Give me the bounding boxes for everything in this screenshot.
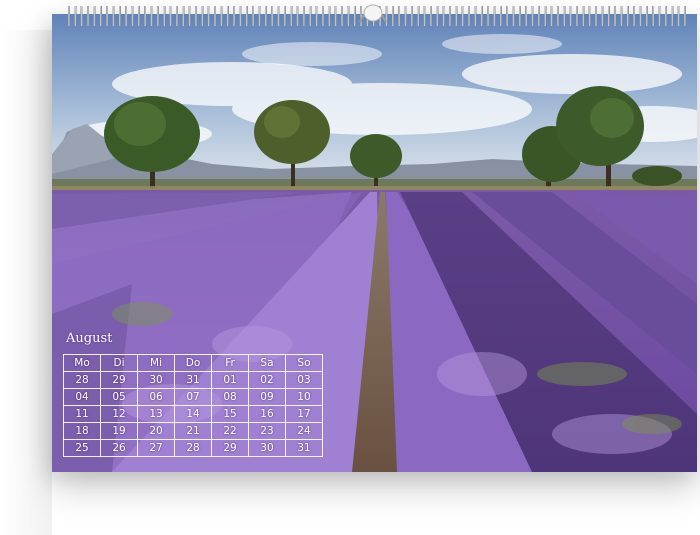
day-cell: 04 xyxy=(62,388,102,406)
day-cell: 18 xyxy=(62,422,102,440)
day-cell: 07 xyxy=(173,388,213,406)
day-cell: 12 xyxy=(100,405,139,423)
day-cell: 14 xyxy=(173,405,213,423)
day-cell: 21 xyxy=(173,422,213,440)
month-title: August xyxy=(66,331,113,346)
week-row: 28 29 30 31 01 02 03 xyxy=(62,371,324,389)
day-cell: 24 xyxy=(284,422,324,440)
day-cell: 10 xyxy=(284,388,324,406)
day-cell: 15 xyxy=(211,405,249,423)
day-cell: 19 xyxy=(100,422,139,440)
weekday-label: Di xyxy=(100,354,139,372)
weekday-label: Sa xyxy=(247,354,286,372)
weekday-label: Mo xyxy=(62,354,102,372)
week-row: 04 05 06 07 08 09 10 xyxy=(62,388,324,406)
day-cell: 05 xyxy=(100,388,139,406)
day-cell: 17 xyxy=(284,405,324,423)
day-cell: 30 xyxy=(247,439,286,457)
day-cell: 22 xyxy=(211,422,249,440)
day-cell: 27 xyxy=(137,439,175,457)
day-cell: 31 xyxy=(173,371,213,389)
wall-calendar-page: August Mo Di Mi Do Fr Sa So 28 29 30 31 … xyxy=(52,14,697,472)
day-cell: 26 xyxy=(100,439,139,457)
hanger-hook-icon xyxy=(359,4,387,23)
day-cell: 06 xyxy=(137,388,175,406)
day-cell: 23 xyxy=(247,422,286,440)
weekday-label: Mi xyxy=(137,354,175,372)
weekday-label: Fr xyxy=(211,354,249,372)
day-cell: 02 xyxy=(247,371,286,389)
day-cell: 13 xyxy=(137,405,175,423)
weekday-label: So xyxy=(284,354,324,372)
weekday-header-row: Mo Di Mi Do Fr Sa So xyxy=(62,354,324,372)
day-cell: 29 xyxy=(211,439,249,457)
week-row: 18 19 20 21 22 23 24 xyxy=(62,422,324,440)
calendar-month-grid: August Mo Di Mi Do Fr Sa So 28 29 30 31 … xyxy=(62,330,325,457)
weekday-label: Do xyxy=(173,354,213,372)
calendar-table: Mo Di Mi Do Fr Sa So 28 29 30 31 01 02 0… xyxy=(62,354,324,457)
day-cell: 11 xyxy=(62,405,102,423)
day-cell: 20 xyxy=(137,422,175,440)
week-row: 25 26 27 28 29 30 31 xyxy=(62,439,324,457)
day-cell: 08 xyxy=(211,388,249,406)
day-cell: 28 xyxy=(173,439,213,457)
page-shadow xyxy=(0,30,52,535)
day-cell: 16 xyxy=(247,405,286,423)
day-cell: 25 xyxy=(62,439,102,457)
day-cell: 03 xyxy=(284,371,324,389)
day-cell: 01 xyxy=(211,371,249,389)
day-cell: 30 xyxy=(137,371,175,389)
day-cell: 31 xyxy=(284,439,324,457)
day-cell: 28 xyxy=(62,371,102,389)
week-row: 11 12 13 14 15 16 17 xyxy=(62,405,324,423)
day-cell: 09 xyxy=(247,388,286,406)
day-cell: 29 xyxy=(100,371,139,389)
